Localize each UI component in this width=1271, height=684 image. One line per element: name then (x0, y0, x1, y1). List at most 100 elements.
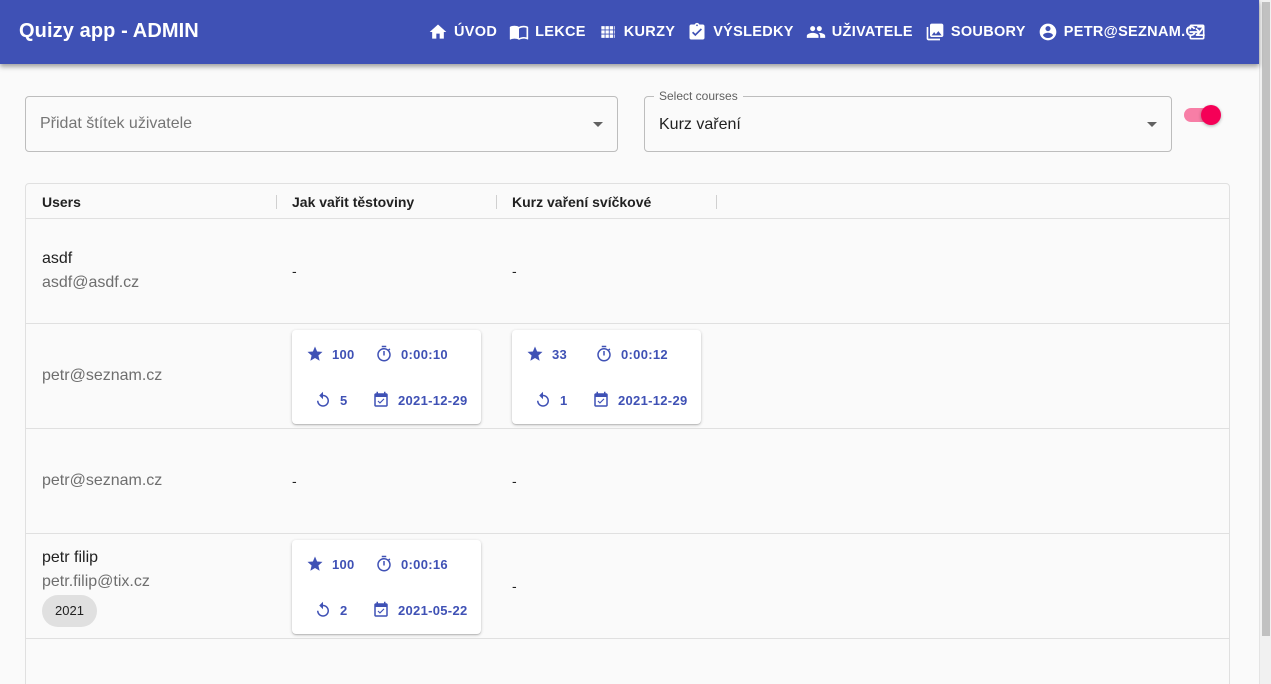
column-separator[interactable] (496, 195, 497, 209)
people-icon (806, 26, 825, 38)
main-nav: ÚVOD LEKCE KURZY VÝSLEDKY UŽIVATELE SOUB… (428, 0, 1217, 64)
courses-select[interactable]: Select courses Kurz vaření (644, 89, 1172, 152)
empty-result: - (292, 263, 297, 279)
date-value: 2021-05-22 (398, 602, 468, 618)
nav-label: LEKCE (535, 24, 586, 40)
score-value: 100 (332, 556, 355, 572)
score-value: 33 (552, 346, 568, 362)
photo-library-icon (926, 23, 944, 41)
attempts-stat: 5 (314, 391, 348, 409)
event-available-icon (594, 391, 608, 407)
date-stat: 2021-12-29 (372, 391, 468, 409)
column-separator[interactable] (716, 195, 717, 209)
toggle-switch[interactable] (1184, 104, 1222, 126)
event-available-icon (374, 601, 388, 617)
time-value: 0:00:12 (621, 346, 668, 362)
time-value: 0:00:16 (401, 556, 448, 572)
nav-label: SOUBORY (950, 24, 1026, 40)
result-card[interactable]: 33 0:00:12 1 2021-12-29 (512, 330, 701, 424)
table-header: Users Jak vařit těstoviny Kurz vaření sv… (26, 184, 1229, 219)
time-stat: 0:00:12 (595, 345, 668, 363)
nav-label: UŽIVATELE (831, 24, 913, 40)
user-tag-chip[interactable]: 2021 (42, 595, 97, 627)
score-stat: 100 (306, 555, 355, 573)
star-icon (307, 346, 323, 361)
courses-label: Select courses (654, 89, 743, 103)
user-email: petr@seznam.cz (42, 472, 163, 489)
time-value: 0:00:10 (401, 346, 448, 362)
nav-label: ÚVOD (454, 24, 498, 40)
user-tag-placeholder: Přidat štítek uživatele (40, 115, 193, 132)
nav-uzivatele[interactable]: UŽIVATELE (806, 22, 913, 42)
table-row[interactable]: petr@seznam.cz - - (26, 429, 1229, 534)
attempts-value: 2 (340, 602, 348, 618)
timer-icon (597, 345, 611, 362)
star-icon (527, 346, 543, 361)
event-available-icon (374, 391, 388, 407)
user-email: petr.filip@tix.cz (42, 573, 150, 590)
date-value: 2021-12-29 (398, 392, 468, 408)
column-header-course-1[interactable]: Jak vařit těstoviny (292, 194, 414, 210)
replay-icon (317, 391, 329, 407)
courses-value: Kurz vaření (659, 116, 741, 133)
clipboard-check-icon (689, 22, 705, 40)
result-card[interactable]: 100 0:00:16 2 2021-05-22 (292, 540, 481, 634)
timer-icon (377, 345, 391, 362)
user-tag-select[interactable]: Přidat štítek uživatele (25, 96, 618, 152)
column-separator[interactable] (276, 195, 277, 209)
empty-result: - (512, 473, 517, 489)
result-card[interactable]: 100 0:00:10 5 2021-12-29 (292, 330, 481, 424)
results-table: Users Jak vařit těstoviny Kurz vaření sv… (25, 183, 1230, 684)
column-header-course-2[interactable]: Kurz vaření svíčkové (512, 194, 651, 210)
logout-button[interactable] (1187, 22, 1207, 42)
grid-icon (601, 26, 615, 38)
nav-account[interactable]: PETR@SEZNAM.CZ (1038, 22, 1206, 42)
dropdown-arrow-icon (593, 122, 603, 127)
nav-uvod[interactable]: ÚVOD (428, 22, 497, 42)
nav-label: KURZY (623, 24, 676, 40)
table-row[interactable]: petr filip petr.filip@tix.cz 2021 100 0:… (26, 534, 1229, 639)
score-stat: 33 (526, 345, 567, 363)
time-stat: 0:00:10 (375, 345, 448, 363)
empty-result: - (292, 473, 297, 489)
nav-lekce[interactable]: LEKCE (509, 22, 586, 42)
logout-icon (1189, 24, 1205, 40)
time-stat: 0:00:16 (375, 555, 448, 573)
user-name: petr filip (42, 549, 99, 566)
switch-knob (1201, 105, 1221, 125)
nav-soubory[interactable]: SOUBORY (925, 22, 1026, 42)
star-icon (307, 556, 323, 571)
nav-label: PETR@SEZNAM.CZ (1063, 24, 1206, 40)
account-circle-icon (1039, 23, 1057, 41)
attempts-value: 5 (340, 392, 348, 408)
replay-icon (537, 391, 549, 407)
replay-icon (317, 601, 329, 617)
attempts-stat: 1 (534, 391, 568, 409)
table-row[interactable]: petr@seznam.cz 100 0:00:10 5 2021-12-29 (26, 324, 1229, 429)
nav-vysledky[interactable]: VÝSLEDKY (687, 22, 794, 42)
score-stat: 100 (306, 345, 355, 363)
empty-result: - (512, 263, 517, 279)
date-value: 2021-12-29 (618, 392, 688, 408)
dropdown-arrow-icon (1147, 122, 1157, 127)
user-email: petr@seznam.cz (42, 367, 163, 384)
app-title: Quizy app - ADMIN (19, 20, 199, 42)
page-scrollbar[interactable] (1259, 0, 1271, 684)
date-stat: 2021-12-29 (592, 391, 688, 409)
home-icon (429, 24, 447, 39)
empty-result: - (512, 578, 517, 594)
scrollbar-thumb[interactable] (1262, 2, 1270, 636)
user-name: asdf (42, 250, 73, 267)
app-bar: Quizy app - ADMIN ÚVOD LEKCE KURZY VÝSLE… (0, 0, 1259, 64)
date-stat: 2021-05-22 (372, 601, 468, 619)
timer-icon (377, 555, 391, 572)
table-row[interactable]: asdf asdf@asdf.cz - - (26, 219, 1229, 324)
score-value: 100 (332, 346, 355, 362)
attempts-stat: 2 (314, 601, 348, 619)
attempts-value: 1 (560, 392, 568, 408)
user-email: asdf@asdf.cz (42, 274, 140, 291)
nav-label: VÝSLEDKY (713, 24, 794, 40)
nav-kurzy[interactable]: KURZY (598, 22, 675, 42)
column-header-users[interactable]: Users (42, 194, 81, 210)
book-icon (509, 25, 529, 40)
